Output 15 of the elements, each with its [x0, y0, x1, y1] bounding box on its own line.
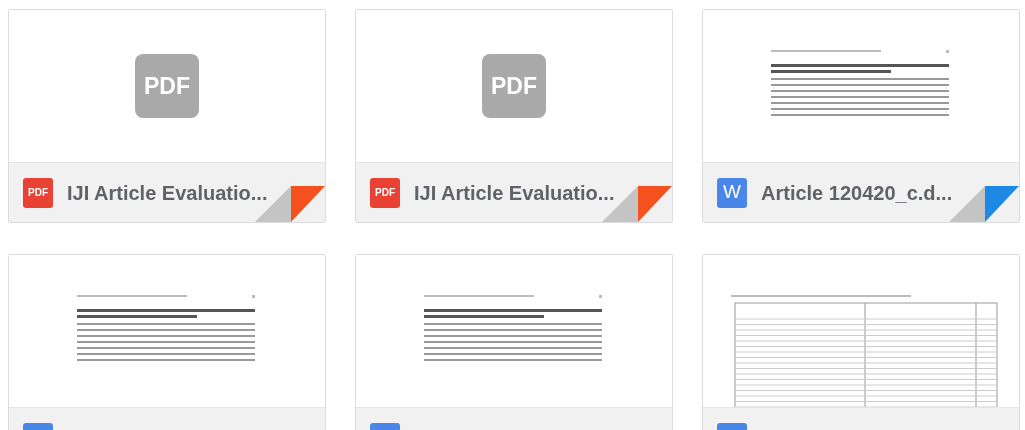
file-name: IJI Article Evaluatio...: [414, 180, 615, 206]
folded-corner-icon: [949, 186, 1019, 222]
file-name: Article 120420_c.d...: [761, 180, 953, 206]
pdf-file-icon: PDF: [23, 177, 53, 208]
file-card[interactable]: PDF PDF IJI Article Evaluatio...: [8, 9, 326, 223]
file-card[interactable]: [8, 254, 326, 430]
word-file-icon: W: [717, 177, 747, 208]
file-card[interactable]: PDF PDF IJI Article Evaluatio...: [355, 9, 673, 223]
file-card[interactable]: W Article 120420_c.d...: [702, 9, 1020, 223]
file-card[interactable]: [355, 254, 673, 430]
file-name: IJI Article Evaluatio...: [67, 180, 268, 206]
file-card[interactable]: [702, 254, 1020, 430]
pdf-file-icon: PDF: [370, 177, 400, 208]
pdf-placeholder-icon: PDF: [135, 54, 199, 119]
pdf-placeholder-icon: PDF: [482, 54, 546, 119]
